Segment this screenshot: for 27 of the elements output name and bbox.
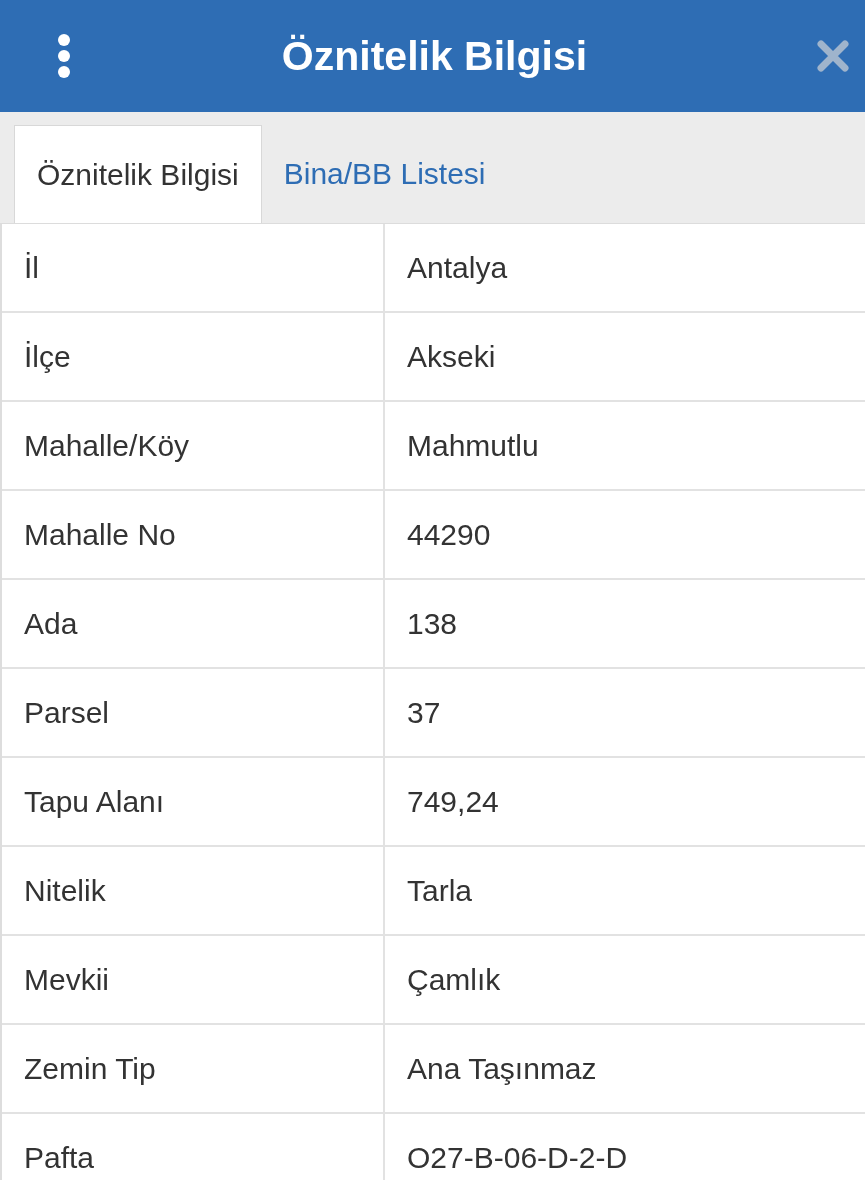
label-cell: İl	[2, 224, 385, 311]
label-cell: Ada	[2, 580, 385, 667]
value-cell-text: 44290	[406, 516, 492, 553]
value-cell-text: Tarla	[406, 872, 474, 909]
tab[interactable]: Bina/BB Listesi	[261, 125, 508, 223]
label-cell: Pafta	[2, 1114, 385, 1180]
label-cell: Nitelik	[2, 847, 385, 934]
label-cell: Zemin Tip	[2, 1025, 385, 1112]
window-title: Öznitelik Bilgisi	[280, 32, 589, 80]
label-cell: Tapu Alanı	[2, 758, 385, 845]
value-cell-text: Ana Taşınmaz	[406, 1050, 598, 1087]
value-cell-text: Mahmutlu	[406, 427, 540, 464]
value-cell-text: Akseki	[406, 338, 497, 375]
label-cell: Mahalle/Köy	[2, 402, 385, 489]
value-cell-text: Antalya	[406, 249, 509, 286]
label-cell: Mahalle No	[2, 491, 385, 578]
label-cell: Mevkii	[2, 936, 385, 1023]
label-cell: Parsel	[2, 669, 385, 756]
value-cell-text: O27-B-06-D-2-D	[406, 1139, 629, 1176]
menu-icon[interactable]	[56, 34, 72, 78]
value-cell-text: 138	[406, 605, 459, 642]
label-cell: İlçe	[2, 313, 385, 400]
tab[interactable]: Öznitelik Bilgisi	[14, 125, 262, 223]
close-icon[interactable]	[817, 40, 849, 72]
value-cell-text: 749,24	[406, 783, 500, 820]
value-cell-text: Çamlık	[406, 961, 502, 998]
value-cell-text: 37	[406, 694, 442, 731]
